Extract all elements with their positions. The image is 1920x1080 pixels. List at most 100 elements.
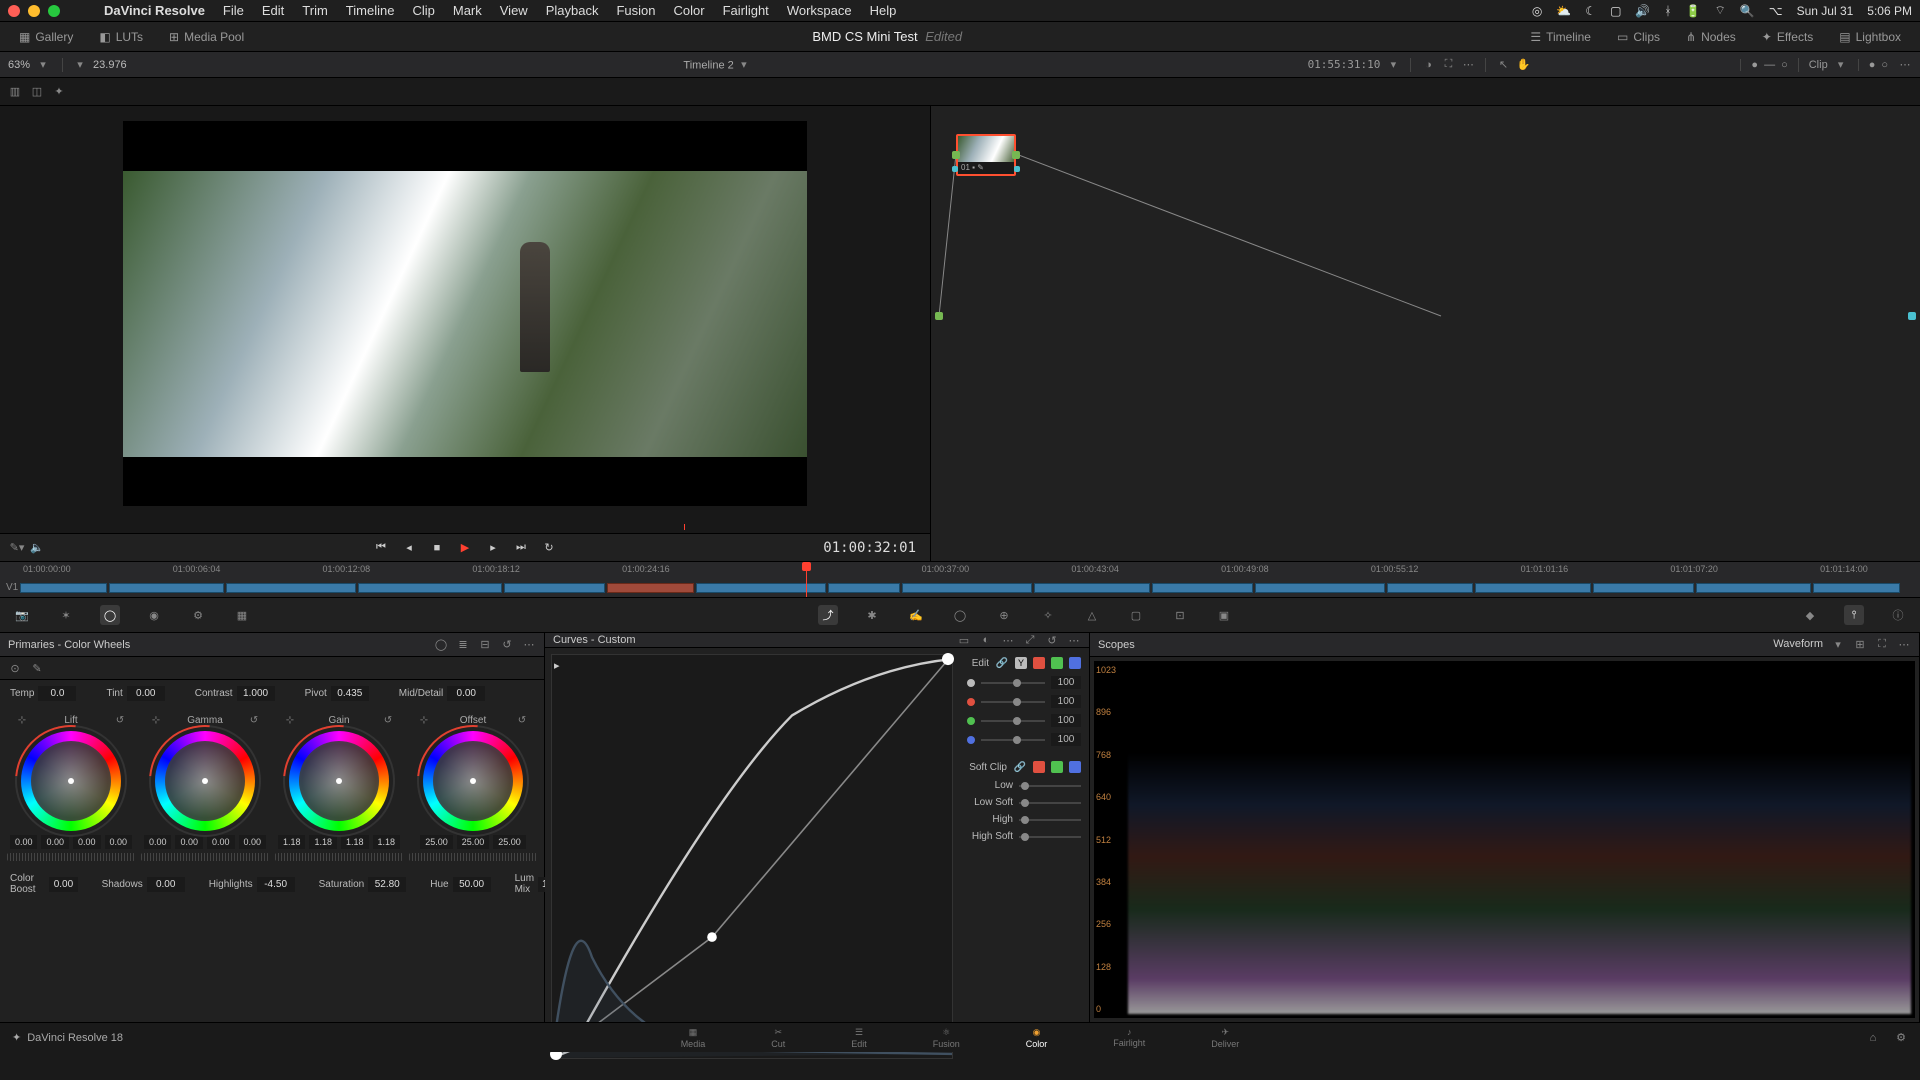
page-media[interactable]: ▦Media bbox=[673, 1025, 714, 1051]
menu-mark[interactable]: Mark bbox=[453, 3, 482, 18]
chevron-down-icon[interactable]: ▾ bbox=[1834, 58, 1848, 72]
loop-button[interactable]: ↻ bbox=[540, 539, 558, 557]
curves-r-intensity[interactable]: 100 bbox=[1051, 695, 1081, 708]
options-icon[interactable]: ⋯ bbox=[1898, 58, 1912, 72]
motion-effects-icon[interactable]: ▦ bbox=[232, 605, 252, 625]
menu-timeline[interactable]: Timeline bbox=[346, 3, 395, 18]
minimize-window-button[interactable] bbox=[28, 5, 40, 17]
close-window-button[interactable] bbox=[8, 5, 20, 17]
hand-cursor-icon[interactable]: ✋ bbox=[1516, 58, 1530, 72]
page-edit[interactable]: ☰Edit bbox=[843, 1025, 875, 1051]
chevron-down-icon[interactable]: ▾ bbox=[36, 58, 50, 72]
node-graph-output[interactable] bbox=[1908, 312, 1916, 320]
color-wheel-lift[interactable] bbox=[21, 731, 121, 831]
color-wheel-gain[interactable] bbox=[289, 731, 389, 831]
timeline-clip[interactable] bbox=[902, 583, 1032, 593]
ruler-ticks[interactable]: 01:00:00:0001:00:06:0401:00:12:0801:00:1… bbox=[0, 562, 1920, 578]
reset-icon[interactable]: ↺ bbox=[247, 713, 261, 727]
ruler-tick[interactable]: 01:00:00:00 bbox=[23, 564, 71, 574]
menu-edit[interactable]: Edit bbox=[262, 3, 284, 18]
stop-button[interactable]: ■ bbox=[428, 539, 446, 557]
highlight-icon[interactable]: ◑ bbox=[1421, 58, 1435, 72]
tracker-icon[interactable]: ⊕ bbox=[994, 605, 1014, 625]
ruler-tick[interactable]: 01:00:24:16 bbox=[622, 564, 670, 574]
keyframe-view-icon[interactable]: ◆ bbox=[1800, 605, 1820, 625]
arrow-cursor-icon[interactable]: ↖ bbox=[1496, 58, 1510, 72]
status-moon-icon[interactable]: ☾ bbox=[1585, 4, 1596, 18]
menu-clip[interactable]: Clip bbox=[412, 3, 434, 18]
status-bluetooth-icon[interactable]: ᚼ bbox=[1664, 4, 1671, 18]
app-name-menu[interactable]: DaVinci Resolve bbox=[104, 3, 205, 18]
timeline-clip[interactable] bbox=[1034, 583, 1149, 593]
curves-expand-icon[interactable]: ⤢ bbox=[1023, 633, 1037, 647]
wheel-master-slider[interactable] bbox=[141, 853, 269, 861]
timeline-toggle[interactable]: ☰Timeline bbox=[1519, 25, 1602, 49]
color-wheel-offset[interactable] bbox=[423, 731, 523, 831]
warper-icon[interactable]: ✱ bbox=[862, 605, 882, 625]
softclip-channel-g[interactable] bbox=[1051, 761, 1063, 773]
chevron-down-icon[interactable]: ▾ bbox=[1386, 58, 1400, 72]
bars-mode-icon[interactable]: ≣ bbox=[456, 638, 470, 652]
middetail-value[interactable]: 0.00 bbox=[447, 686, 485, 701]
curves-channel-g[interactable] bbox=[1051, 657, 1063, 669]
clip-track[interactable] bbox=[0, 578, 1920, 597]
page-cut[interactable]: ✂Cut bbox=[763, 1025, 793, 1051]
node-graph-pane[interactable]: 01 ▪ ✎ bbox=[930, 106, 1920, 561]
menubar-time[interactable]: 5:06 PM bbox=[1867, 4, 1912, 18]
curves-hue-icon[interactable]: ◐ bbox=[979, 633, 993, 647]
timeline-clip[interactable] bbox=[1255, 583, 1385, 593]
auto-balance-icon[interactable]: ⊙ bbox=[8, 661, 22, 675]
curves-g-intensity[interactable]: 100 bbox=[1051, 714, 1081, 727]
options-icon[interactable]: ⋯ bbox=[1067, 633, 1081, 647]
wheels-mode-icon[interactable]: ◯ bbox=[434, 638, 448, 652]
page-color[interactable]: ◉Color bbox=[1018, 1025, 1056, 1051]
timeline-clip[interactable] bbox=[1152, 583, 1253, 593]
timeline-clip[interactable] bbox=[607, 583, 694, 593]
scopes-layout-icon[interactable]: ⊞ bbox=[1853, 638, 1867, 652]
ruler-tick[interactable]: 01:00:12:08 bbox=[323, 564, 371, 574]
curves-graph-area[interactable]: ▸ bbox=[551, 654, 953, 1059]
mini-timeline[interactable]: 01:00:00:0001:00:06:0401:00:12:0801:00:1… bbox=[0, 561, 1920, 597]
menu-fairlight[interactable]: Fairlight bbox=[723, 3, 769, 18]
node-key-output[interactable] bbox=[1014, 166, 1020, 172]
reset-icon[interactable]: ↺ bbox=[500, 638, 514, 652]
timeline-clip[interactable] bbox=[1475, 583, 1590, 593]
ruler-tick[interactable]: 01:00:06:04 bbox=[173, 564, 221, 574]
scopes-view-icon[interactable]: ⫯ bbox=[1844, 605, 1864, 625]
node-graph-input[interactable] bbox=[935, 312, 943, 320]
gallery-toggle[interactable]: ▦Gallery bbox=[8, 25, 84, 49]
page-fusion[interactable]: ⚛Fusion bbox=[925, 1025, 968, 1051]
options-icon[interactable]: ⋯ bbox=[522, 638, 536, 652]
softclip-low-slider[interactable] bbox=[1019, 785, 1081, 787]
info-view-icon[interactable]: ⓘ bbox=[1888, 605, 1908, 625]
clip-mode[interactable]: Clip bbox=[1809, 59, 1828, 71]
reset-icon[interactable]: ↺ bbox=[113, 713, 127, 727]
pivot-value[interactable]: 0.435 bbox=[331, 686, 369, 701]
camera-raw-icon[interactable]: 📷 bbox=[12, 605, 32, 625]
expand-icon[interactable]: ⛶ bbox=[1441, 58, 1455, 72]
first-frame-button[interactable]: ⏮ bbox=[372, 539, 390, 557]
status-control-center-icon[interactable]: ⌥ bbox=[1769, 4, 1783, 18]
waveform-scope[interactable]: 10238967686405123842561280 bbox=[1094, 661, 1915, 1018]
ruler-tick[interactable]: 01:01:14:00 bbox=[1820, 564, 1868, 574]
reset-icon[interactable]: ↺ bbox=[515, 713, 529, 727]
pick-white-icon[interactable]: ✎ bbox=[30, 661, 44, 675]
color-wheel-gamma[interactable] bbox=[155, 731, 255, 831]
mute-icon[interactable]: 🔈 bbox=[30, 541, 44, 555]
prev-frame-button[interactable]: ◂ bbox=[400, 539, 418, 557]
timeline-clip[interactable] bbox=[504, 583, 605, 593]
magic-mask-icon[interactable]: ✧ bbox=[1038, 605, 1058, 625]
colorboost-value[interactable]: 0.00 bbox=[49, 877, 77, 892]
reset-icon[interactable]: ↺ bbox=[381, 713, 395, 727]
wheel-master-slider[interactable] bbox=[7, 853, 135, 861]
ruler-tick[interactable]: 01:00:49:08 bbox=[1221, 564, 1269, 574]
key-icon[interactable]: ▢ bbox=[1126, 605, 1146, 625]
timeline-clip[interactable] bbox=[20, 583, 107, 593]
curves-channel-y[interactable]: Y bbox=[1015, 657, 1027, 669]
ruler-tick[interactable]: 01:01:01:16 bbox=[1521, 564, 1569, 574]
nodes-toggle[interactable]: ⋔Nodes bbox=[1675, 25, 1747, 49]
last-frame-button[interactable]: ⏭ bbox=[512, 539, 530, 557]
transport-timecode[interactable]: 01:00:32:01 bbox=[823, 540, 916, 556]
timeline-clip[interactable] bbox=[1593, 583, 1694, 593]
curves-options-icon[interactable]: ⋯ bbox=[1001, 633, 1015, 647]
